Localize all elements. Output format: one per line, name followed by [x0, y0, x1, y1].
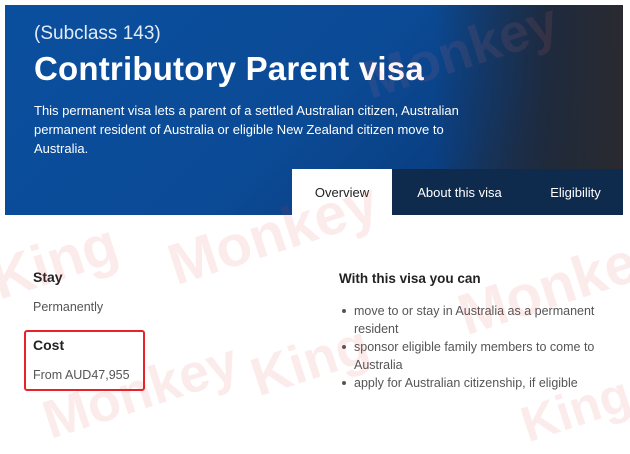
tab-about-this-visa[interactable]: About this visa: [392, 169, 527, 215]
visa-subclass: (Subclass 143): [34, 23, 161, 44]
cost-value: From AUD47,955: [33, 368, 130, 382]
stay-value: Permanently: [33, 300, 104, 314]
watermark: King: [0, 210, 126, 313]
page-title: Contributory Parent visa: [34, 50, 424, 87]
cost-heading: Cost: [33, 337, 65, 353]
list-item: move to or stay in Australia as a perman…: [339, 302, 609, 338]
with-visa-heading: With this visa you can: [339, 271, 481, 286]
with-visa-list: move to or stay in Australia as a perman…: [339, 302, 609, 392]
tab-bar: Overview About this visa Eligibility: [292, 169, 623, 215]
hero-banner: (Subclass 143) Contributory Parent visa …: [5, 5, 623, 215]
stay-heading: Stay: [33, 269, 63, 285]
list-item: sponsor eligible family members to come …: [339, 338, 609, 374]
tab-eligibility[interactable]: Eligibility: [527, 169, 623, 215]
tab-overview[interactable]: Overview: [292, 169, 392, 215]
visa-description: This permanent visa lets a parent of a s…: [34, 103, 459, 156]
list-item: apply for Australian citizenship, if eli…: [339, 374, 609, 392]
